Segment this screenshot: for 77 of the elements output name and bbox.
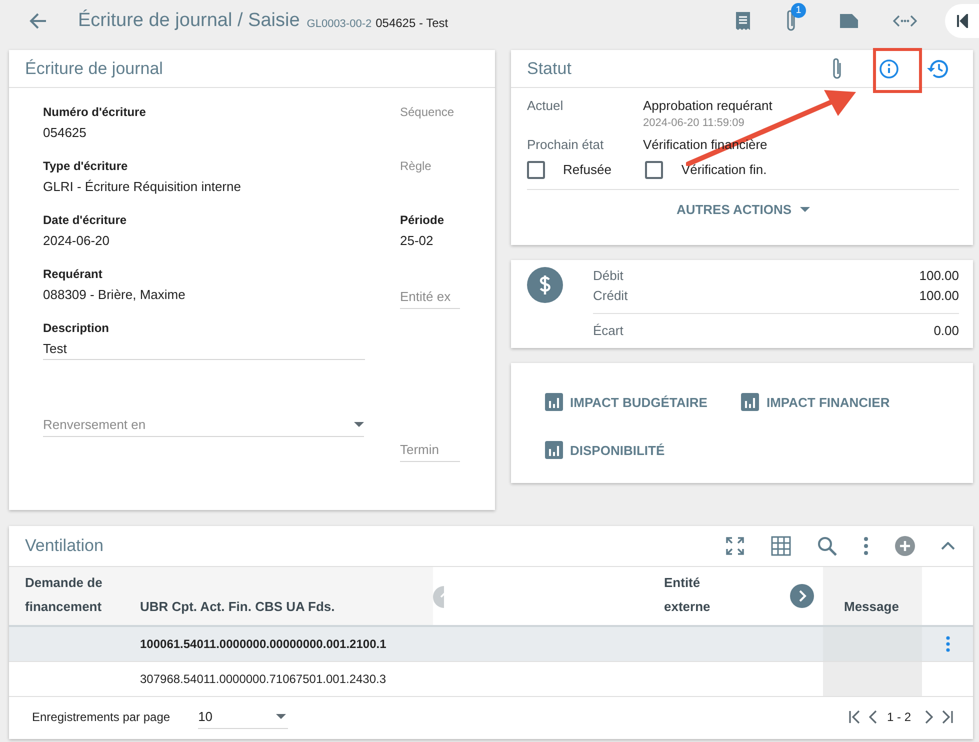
document-icon[interactable] — [735, 11, 751, 31]
checkbox[interactable] — [645, 160, 664, 178]
search-icon[interactable] — [817, 536, 837, 556]
more-actions-button[interactable]: AUTRES ACTIONS — [670, 198, 816, 221]
field-value: 25-02 — [400, 232, 434, 250]
total-label: Crédit — [593, 287, 628, 305]
add-icon[interactable] — [895, 536, 915, 556]
bar-chart-icon — [741, 393, 760, 411]
field-label: Numéro d'écriture — [43, 104, 147, 121]
field-value: 054625 — [43, 124, 88, 142]
scroll-right-icon[interactable] — [790, 584, 814, 608]
dollar-icon — [527, 267, 563, 303]
field-label: Règle — [400, 158, 432, 175]
table-row[interactable]: 100061.54011.0000000.00000000.001.2100.1 — [9, 627, 973, 662]
info-icon[interactable] — [879, 58, 899, 78]
report-button[interactable]: IMPACT BUDGÉTAIRE — [545, 392, 708, 412]
field-label: Date d'écriture — [43, 212, 128, 229]
document-code: GL0003-00-2 — [306, 18, 372, 30]
first-page-icon — [956, 14, 968, 28]
card-title: Écriture de journal — [25, 58, 163, 78]
previous-page-icon[interactable] — [868, 710, 877, 724]
first-page-icon[interactable] — [848, 710, 861, 724]
bar-chart-icon — [545, 441, 563, 459]
paperclip-icon[interactable] — [785, 9, 797, 33]
status-label: Actuel — [527, 98, 564, 115]
code-icon[interactable] — [893, 14, 917, 28]
description-field[interactable]: Test — [43, 338, 365, 360]
report-button[interactable]: DISPONIBILITÉ — [545, 440, 665, 460]
checkbox-label: Refusée — [563, 162, 612, 177]
report-button[interactable]: IMPACT FINANCIER — [741, 392, 890, 412]
field-label: Requérant — [43, 266, 104, 283]
field-label: Séquence — [400, 104, 456, 121]
page-title: Écriture de journal / Saisie — [78, 10, 300, 32]
field-value: 2024-06-20 — [43, 232, 110, 250]
total-value: 100.00 — [919, 287, 959, 305]
rows-per-page-label: Enregistrements par page — [32, 710, 170, 724]
document-subtitle: 054625 - Test — [376, 16, 448, 30]
bar-chart-icon — [545, 393, 563, 411]
more-icon[interactable] — [863, 536, 869, 556]
caret-icon — [276, 714, 286, 719]
row-menu-icon[interactable] — [946, 636, 950, 652]
status-label: Prochain état — [527, 137, 605, 152]
field-label: Description — [43, 320, 110, 337]
grid-icon[interactable] — [771, 536, 791, 556]
last-page-icon[interactable] — [941, 710, 953, 724]
column-header[interactable]: Entité externe — [664, 571, 724, 619]
back-arrow-icon[interactable] — [28, 11, 48, 31]
field-label: Type d'écriture — [43, 158, 129, 175]
next-page-icon[interactable] — [925, 710, 933, 724]
card-title: Ventilation — [25, 536, 104, 556]
field-value: GLRI - Écriture Réquisition interne — [43, 178, 242, 196]
collapse-icon[interactable] — [941, 542, 955, 550]
table-row[interactable]: 307968.54011.0000000.71067501.001.2430.3 — [9, 662, 973, 697]
total-value: 100.00 — [919, 267, 959, 285]
table-cell: 307968.54011.0000000.71067501.001.2430.3 — [140, 672, 386, 686]
first-page-button[interactable] — [945, 4, 979, 38]
checkbox[interactable] — [527, 160, 545, 178]
count-badge: 1 — [791, 3, 806, 18]
checkbox-label: Vérification fin. — [681, 162, 767, 177]
field-value: 088309 - Brière, Maxime — [43, 286, 186, 304]
total-label: Débit — [593, 267, 624, 285]
history-icon[interactable] — [927, 58, 949, 78]
table-cell: 100061.54011.0000000.00000000.001.2100.1 — [140, 637, 386, 651]
caret-icon — [354, 422, 364, 427]
status-value: Approbation requérant — [643, 98, 772, 113]
total-value: 0.00 — [934, 322, 959, 340]
card-title: Statut — [527, 58, 572, 78]
field-label: Période — [400, 212, 446, 229]
total-label: Écart — [593, 322, 624, 340]
fullscreen-icon[interactable] — [725, 536, 745, 556]
highlight-box — [873, 48, 922, 93]
paperclip-icon[interactable] — [831, 56, 843, 80]
caret-icon — [800, 207, 810, 212]
label-icon[interactable] — [839, 13, 859, 29]
page-range: 1 - 2 — [886, 710, 911, 724]
status-date: 2024-06-20 11:59:09 — [643, 117, 746, 129]
rows-per-page-select[interactable]: 10 — [198, 705, 288, 729]
